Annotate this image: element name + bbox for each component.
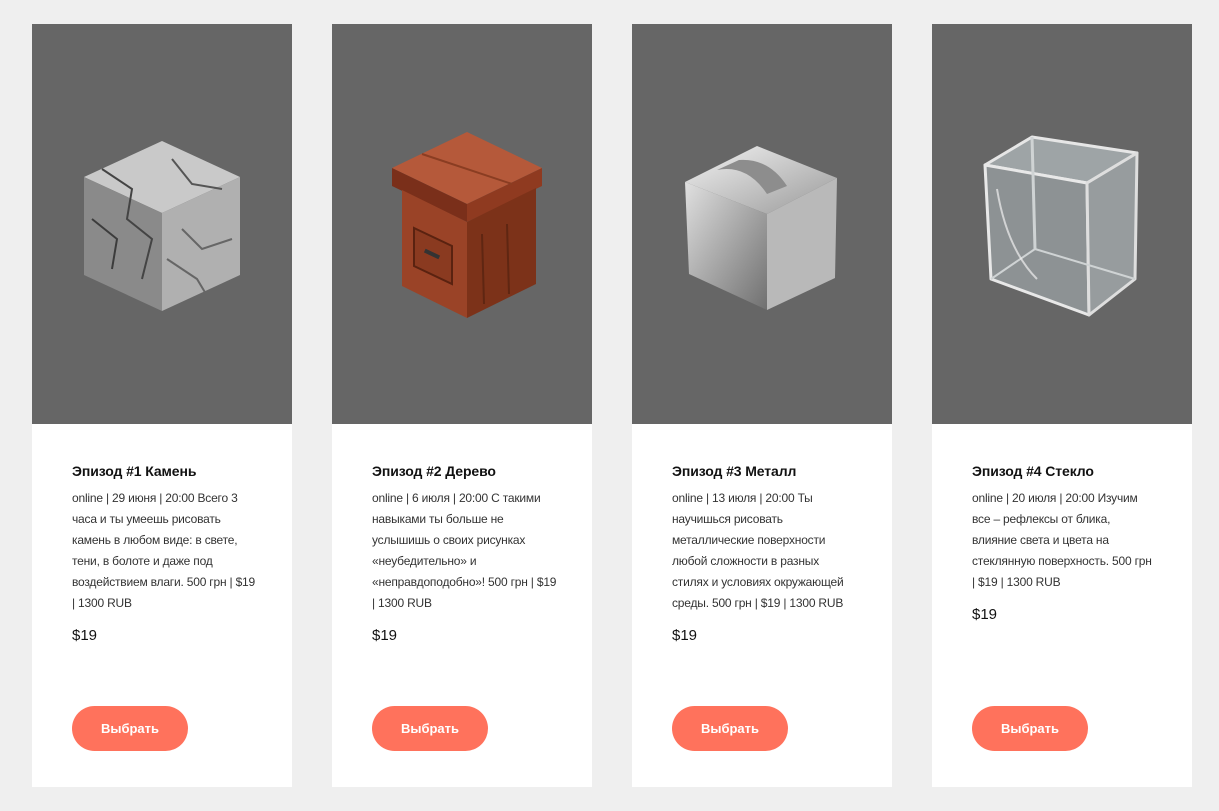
card-description: online | 6 июля | 20:00 С такими навыкам… [372,491,557,610]
card-title: Эпизод #3 Металл [672,463,797,479]
select-button[interactable]: Выбрать [72,706,188,751]
card-price: $19 [72,627,98,644]
stone-cube-icon [84,141,240,311]
wood-box-icon [392,132,542,318]
card-image [32,24,292,424]
course-card: Эпизод #4 Стекло online | 20 июля | 20:0… [932,24,1192,787]
course-card: Эпизод #2 Дерево online | 6 июля | 20:00… [332,24,592,787]
card-description: online | 13 июля | 20:00 Ты научишься ри… [672,491,844,610]
course-card: Эпизод #1 Камень online | 29 июня | 20:0… [32,24,292,787]
card-price: $19 [672,627,698,644]
card-price: $19 [372,627,398,644]
card-description: online | 20 июля | 20:00 Изучим все – ре… [972,491,1152,589]
course-card: Эпизод #3 Металл online | 13 июля | 20:0… [632,24,892,787]
card-price: $19 [972,606,998,623]
glass-cube-icon [983,135,1139,317]
card-image [632,24,892,424]
select-button[interactable]: Выбрать [972,706,1088,751]
select-button[interactable]: Выбрать [372,706,488,751]
card-title: Эпизод #1 Камень [72,463,197,479]
card-image [332,24,592,424]
card-description: online | 29 июня | 20:00 Всего 3 часа и … [72,491,255,610]
card-title: Эпизод #4 Стекло [972,463,1094,479]
card-image [932,24,1192,424]
metal-cube-icon [685,146,837,310]
card-title: Эпизод #2 Дерево [372,463,496,479]
select-button[interactable]: Выбрать [672,706,788,751]
